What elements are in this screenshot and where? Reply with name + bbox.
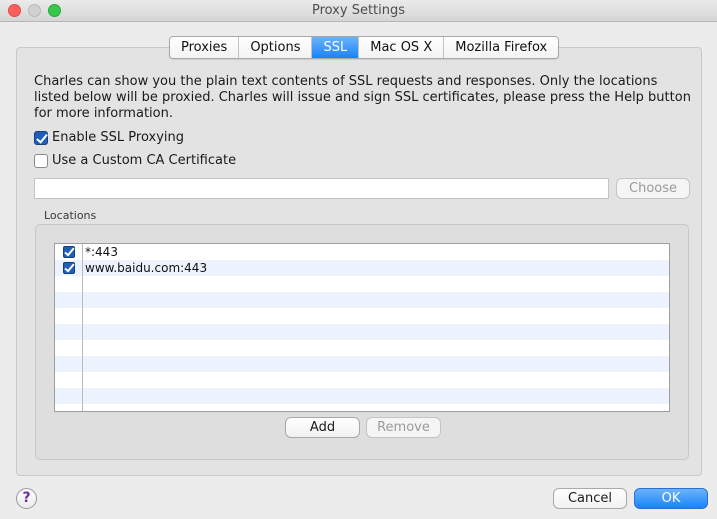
- custom-ca-label: Use a Custom CA Certificate: [52, 153, 237, 168]
- enable-ssl-proxying-label: Enable SSL Proxying: [52, 130, 185, 145]
- empty-row: [55, 340, 669, 356]
- ca-certificate-path-field[interactable]: [34, 178, 609, 199]
- empty-row: [55, 308, 669, 324]
- table-row[interactable]: *:443: [55, 244, 669, 260]
- proxy-settings-window: Proxy Settings Proxies Options SSL Mac O…: [0, 0, 717, 519]
- tab-options[interactable]: Options: [239, 37, 313, 58]
- table-row[interactable]: www.baidu.com:443: [55, 260, 669, 276]
- location-enabled-checkbox[interactable]: [63, 262, 75, 274]
- cancel-button[interactable]: Cancel: [553, 488, 627, 509]
- choose-button[interactable]: Choose: [616, 178, 690, 199]
- empty-row: [55, 292, 669, 308]
- empty-row: [55, 404, 669, 411]
- custom-ca-row[interactable]: Use a Custom CA Certificate: [34, 153, 236, 168]
- empty-row: [55, 356, 669, 372]
- ssl-description: Charles can show you the plain text cont…: [34, 74, 691, 121]
- custom-ca-checkbox[interactable]: [34, 153, 48, 168]
- ok-button[interactable]: OK: [634, 488, 708, 509]
- remove-location-button[interactable]: Remove: [366, 417, 441, 438]
- location-cell: www.baidu.com:443: [85, 261, 208, 275]
- empty-row: [55, 324, 669, 340]
- tab-bar: Proxies Options SSL Mac OS X Mozilla Fir…: [169, 36, 560, 59]
- location-enabled-checkbox[interactable]: [63, 246, 75, 258]
- location-cell: *:443: [85, 245, 118, 259]
- empty-row: [55, 276, 669, 292]
- tab-ssl[interactable]: SSL: [312, 37, 360, 58]
- tab-mozilla-firefox[interactable]: Mozilla Firefox: [444, 37, 559, 58]
- enable-ssl-proxying-row[interactable]: Enable SSL Proxying: [34, 130, 184, 145]
- empty-row: [55, 372, 669, 388]
- tab-proxies[interactable]: Proxies: [170, 37, 240, 58]
- add-location-button[interactable]: Add: [285, 417, 360, 438]
- enable-ssl-proxying-checkbox[interactable]: [34, 130, 48, 145]
- tab-mac-os-x[interactable]: Mac OS X: [359, 37, 445, 58]
- title-bar: Proxy Settings: [0, 0, 717, 22]
- locations-table[interactable]: *:443 www.baidu.com:443: [54, 243, 670, 412]
- help-button[interactable]: ?: [16, 488, 37, 509]
- empty-row: [55, 388, 669, 404]
- window-title: Proxy Settings: [311, 3, 406, 18]
- locations-label: Locations: [44, 209, 97, 222]
